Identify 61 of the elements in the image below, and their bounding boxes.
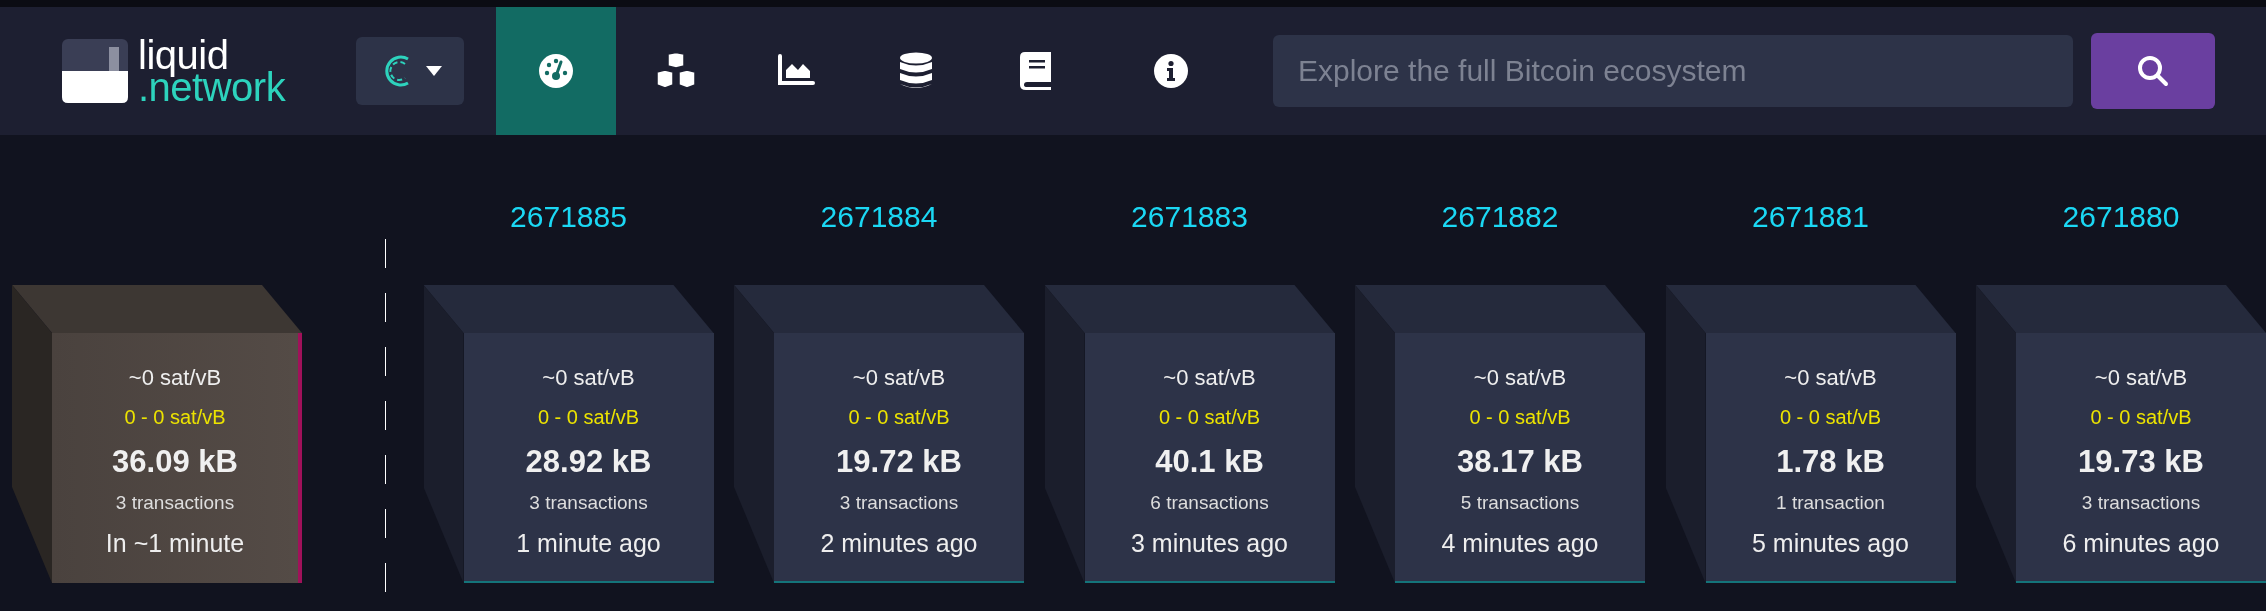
median-fee: ~0 sat/vB — [1163, 365, 1256, 391]
fee-range: 0 - 0 sat/vB — [124, 405, 226, 429]
search-button[interactable] — [2091, 33, 2215, 109]
caret-icon — [426, 66, 442, 76]
block-size: 38.17 kB — [1457, 444, 1583, 480]
median-fee: ~0 sat/vB — [1784, 365, 1877, 391]
median-fee: ~0 sat/vB — [1473, 365, 1567, 391]
median-fee: ~0 sat/vB — [542, 365, 635, 391]
search-field[interactable]: Explore the full Bitcoin ecosystem — [1273, 35, 2073, 107]
gauge-icon — [538, 53, 574, 89]
book-icon — [1020, 52, 1052, 90]
fee-range: 0 - 0 sat/vB — [1158, 405, 1261, 429]
block-face[interactable]: ~0 sat/vB 0 - 0 sat/vB 1.78 kB 1 transaction 5 minutes ago — [1705, 333, 1956, 583]
fee-range: 0 - 0 sat/vB — [848, 405, 950, 429]
block-face[interactable]: ~0 sat/vB 0 - 0 sat/vB 19.73 kB 3 transactions 6 minutes ago — [2016, 333, 2266, 583]
nav-tab[interactable] — [496, 7, 616, 135]
transaction-count: 3 transactions — [529, 492, 648, 514]
block-time: 5 minutes ago — [1751, 528, 1909, 558]
fee-range: 0 - 0 sat/vB — [1469, 405, 1571, 429]
block-face[interactable]: ~0 sat/vB 0 - 0 sat/vB 38.17 kB 5 transactions 4 minutes ago — [1395, 333, 1645, 583]
block-face[interactable]: ~0 sat/vB 0 - 0 sat/vB 19.72 kB 3 transactions 2 minutes ago — [774, 333, 1024, 583]
cubes-icon — [655, 52, 697, 90]
transaction-count: 1 transaction — [1776, 492, 1885, 514]
block-time: 3 minutes ago — [1130, 528, 1288, 558]
block-size: 36.09 kB — [112, 444, 238, 480]
block-size: 1.78 kB — [1776, 444, 1885, 480]
block-face[interactable]: ~0 sat/vB 0 - 0 sat/vB 40.1 kB 6 transactions 3 minutes ago — [1084, 333, 1335, 583]
fee-range: 0 - 0 sat/vB — [2090, 405, 2192, 429]
block-height-link[interactable]: 2671883 — [1131, 195, 1248, 239]
block-face[interactable]: ~0 sat/vB 0 - 0 sat/vB 28.92 kB 3 transactions 1 minute ago — [463, 333, 714, 583]
block-height-link[interactable]: 2671885 — [510, 195, 627, 239]
fee-range: 0 - 0 sat/vB — [537, 405, 640, 429]
median-fee: ~0 sat/vB — [128, 365, 222, 391]
transaction-count: 6 transactions — [1150, 492, 1269, 514]
block-size: 19.72 kB — [836, 444, 962, 480]
block-size: 40.1 kB — [1155, 444, 1264, 480]
network-selector[interactable] — [356, 37, 464, 105]
block-height-link[interactable]: 2671880 — [2062, 195, 2180, 239]
block-time: 1 minute ago — [516, 528, 661, 558]
logo-icon — [62, 39, 128, 103]
info-icon — [1153, 53, 1189, 89]
block-face[interactable]: ~0 sat/vB 0 - 0 sat/vB 36.09 kB 3 transactions In ~1 minute — [52, 333, 302, 583]
transaction-count: 3 transactions — [115, 492, 235, 514]
transaction-count: 5 transactions — [1460, 492, 1580, 514]
block-time: 6 minutes ago — [2062, 528, 2220, 558]
block-height-link[interactable]: 2671881 — [1752, 195, 1869, 239]
block-size: 19.73 kB — [2078, 444, 2204, 480]
area-chart-icon — [777, 54, 815, 88]
fee-range: 0 - 0 sat/vB — [1779, 405, 1882, 429]
block-time: 2 minutes ago — [820, 528, 978, 558]
block-height-link[interactable]: 2671884 — [820, 195, 938, 239]
search-icon — [2137, 55, 2169, 87]
database-icon — [899, 52, 933, 90]
block-height-link[interactable]: 2671882 — [1441, 195, 1559, 239]
median-fee: ~0 sat/vB — [852, 365, 946, 391]
transaction-count: 3 transactions — [839, 492, 959, 514]
block-time: In ~1 minute — [105, 528, 245, 558]
block-size: 28.92 kB — [525, 444, 652, 480]
transaction-count: 3 transactions — [2081, 492, 2201, 514]
median-fee: ~0 sat/vB — [2094, 365, 2188, 391]
block-time: 4 minutes ago — [1441, 528, 1599, 558]
